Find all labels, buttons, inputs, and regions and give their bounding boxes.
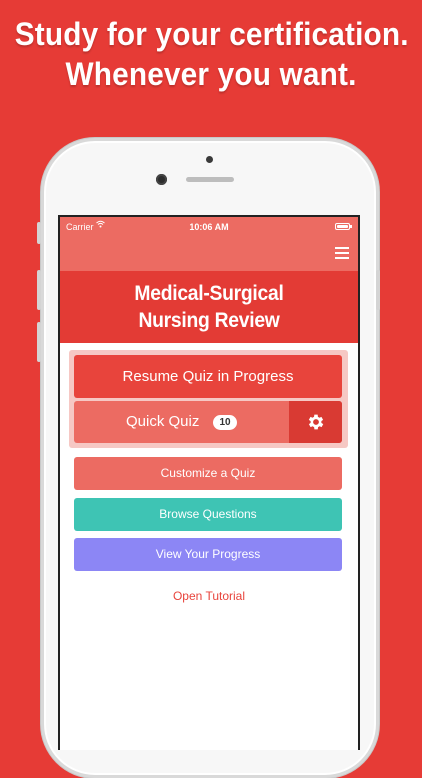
menu-icon[interactable]: [335, 247, 349, 259]
phone-mute-switch: [37, 222, 41, 244]
open-tutorial-link[interactable]: Open Tutorial: [60, 589, 358, 603]
phone-volume-down: [37, 322, 41, 362]
quick-quiz-button[interactable]: Quick Quiz 10: [74, 401, 342, 443]
status-time: 10:06 AM: [189, 222, 229, 232]
headline-line-2: Whenever you want.: [65, 56, 357, 92]
phone-sensor: [156, 174, 167, 185]
quick-quiz-label: Quick Quiz: [126, 413, 200, 430]
status-bar: Carrier 10:06 AM: [60, 217, 358, 237]
phone-volume-up: [37, 270, 41, 310]
promo-headline: Study for your certification. Whenever y…: [14, 14, 409, 94]
view-progress-button[interactable]: View Your Progress: [74, 538, 342, 571]
phone-power-button: [376, 270, 380, 310]
phone-screen: Carrier 10:06 AM Medical-Surgical Nursin…: [58, 215, 360, 750]
gear-icon: [308, 414, 323, 430]
app-title-line-1: Medical-Surgical: [134, 282, 284, 305]
browse-questions-button[interactable]: Browse Questions: [74, 498, 342, 531]
phone-camera: [206, 156, 213, 163]
nav-bar: [60, 237, 358, 271]
quiz-panel: Resume Quiz in Progress Quick Quiz 10: [69, 350, 348, 448]
quick-quiz-count-badge: 10: [213, 415, 237, 430]
quiz-settings-button[interactable]: [289, 401, 342, 443]
resume-quiz-button[interactable]: Resume Quiz in Progress: [74, 355, 342, 398]
customize-quiz-button[interactable]: Customize a Quiz: [74, 457, 342, 490]
app-title-line-2: Nursing Review: [138, 309, 280, 332]
battery-icon: [335, 223, 352, 230]
app-title: Medical-Surgical Nursing Review: [60, 271, 358, 343]
phone-speaker: [186, 177, 234, 182]
headline-line-1: Study for your certification.: [14, 16, 409, 52]
